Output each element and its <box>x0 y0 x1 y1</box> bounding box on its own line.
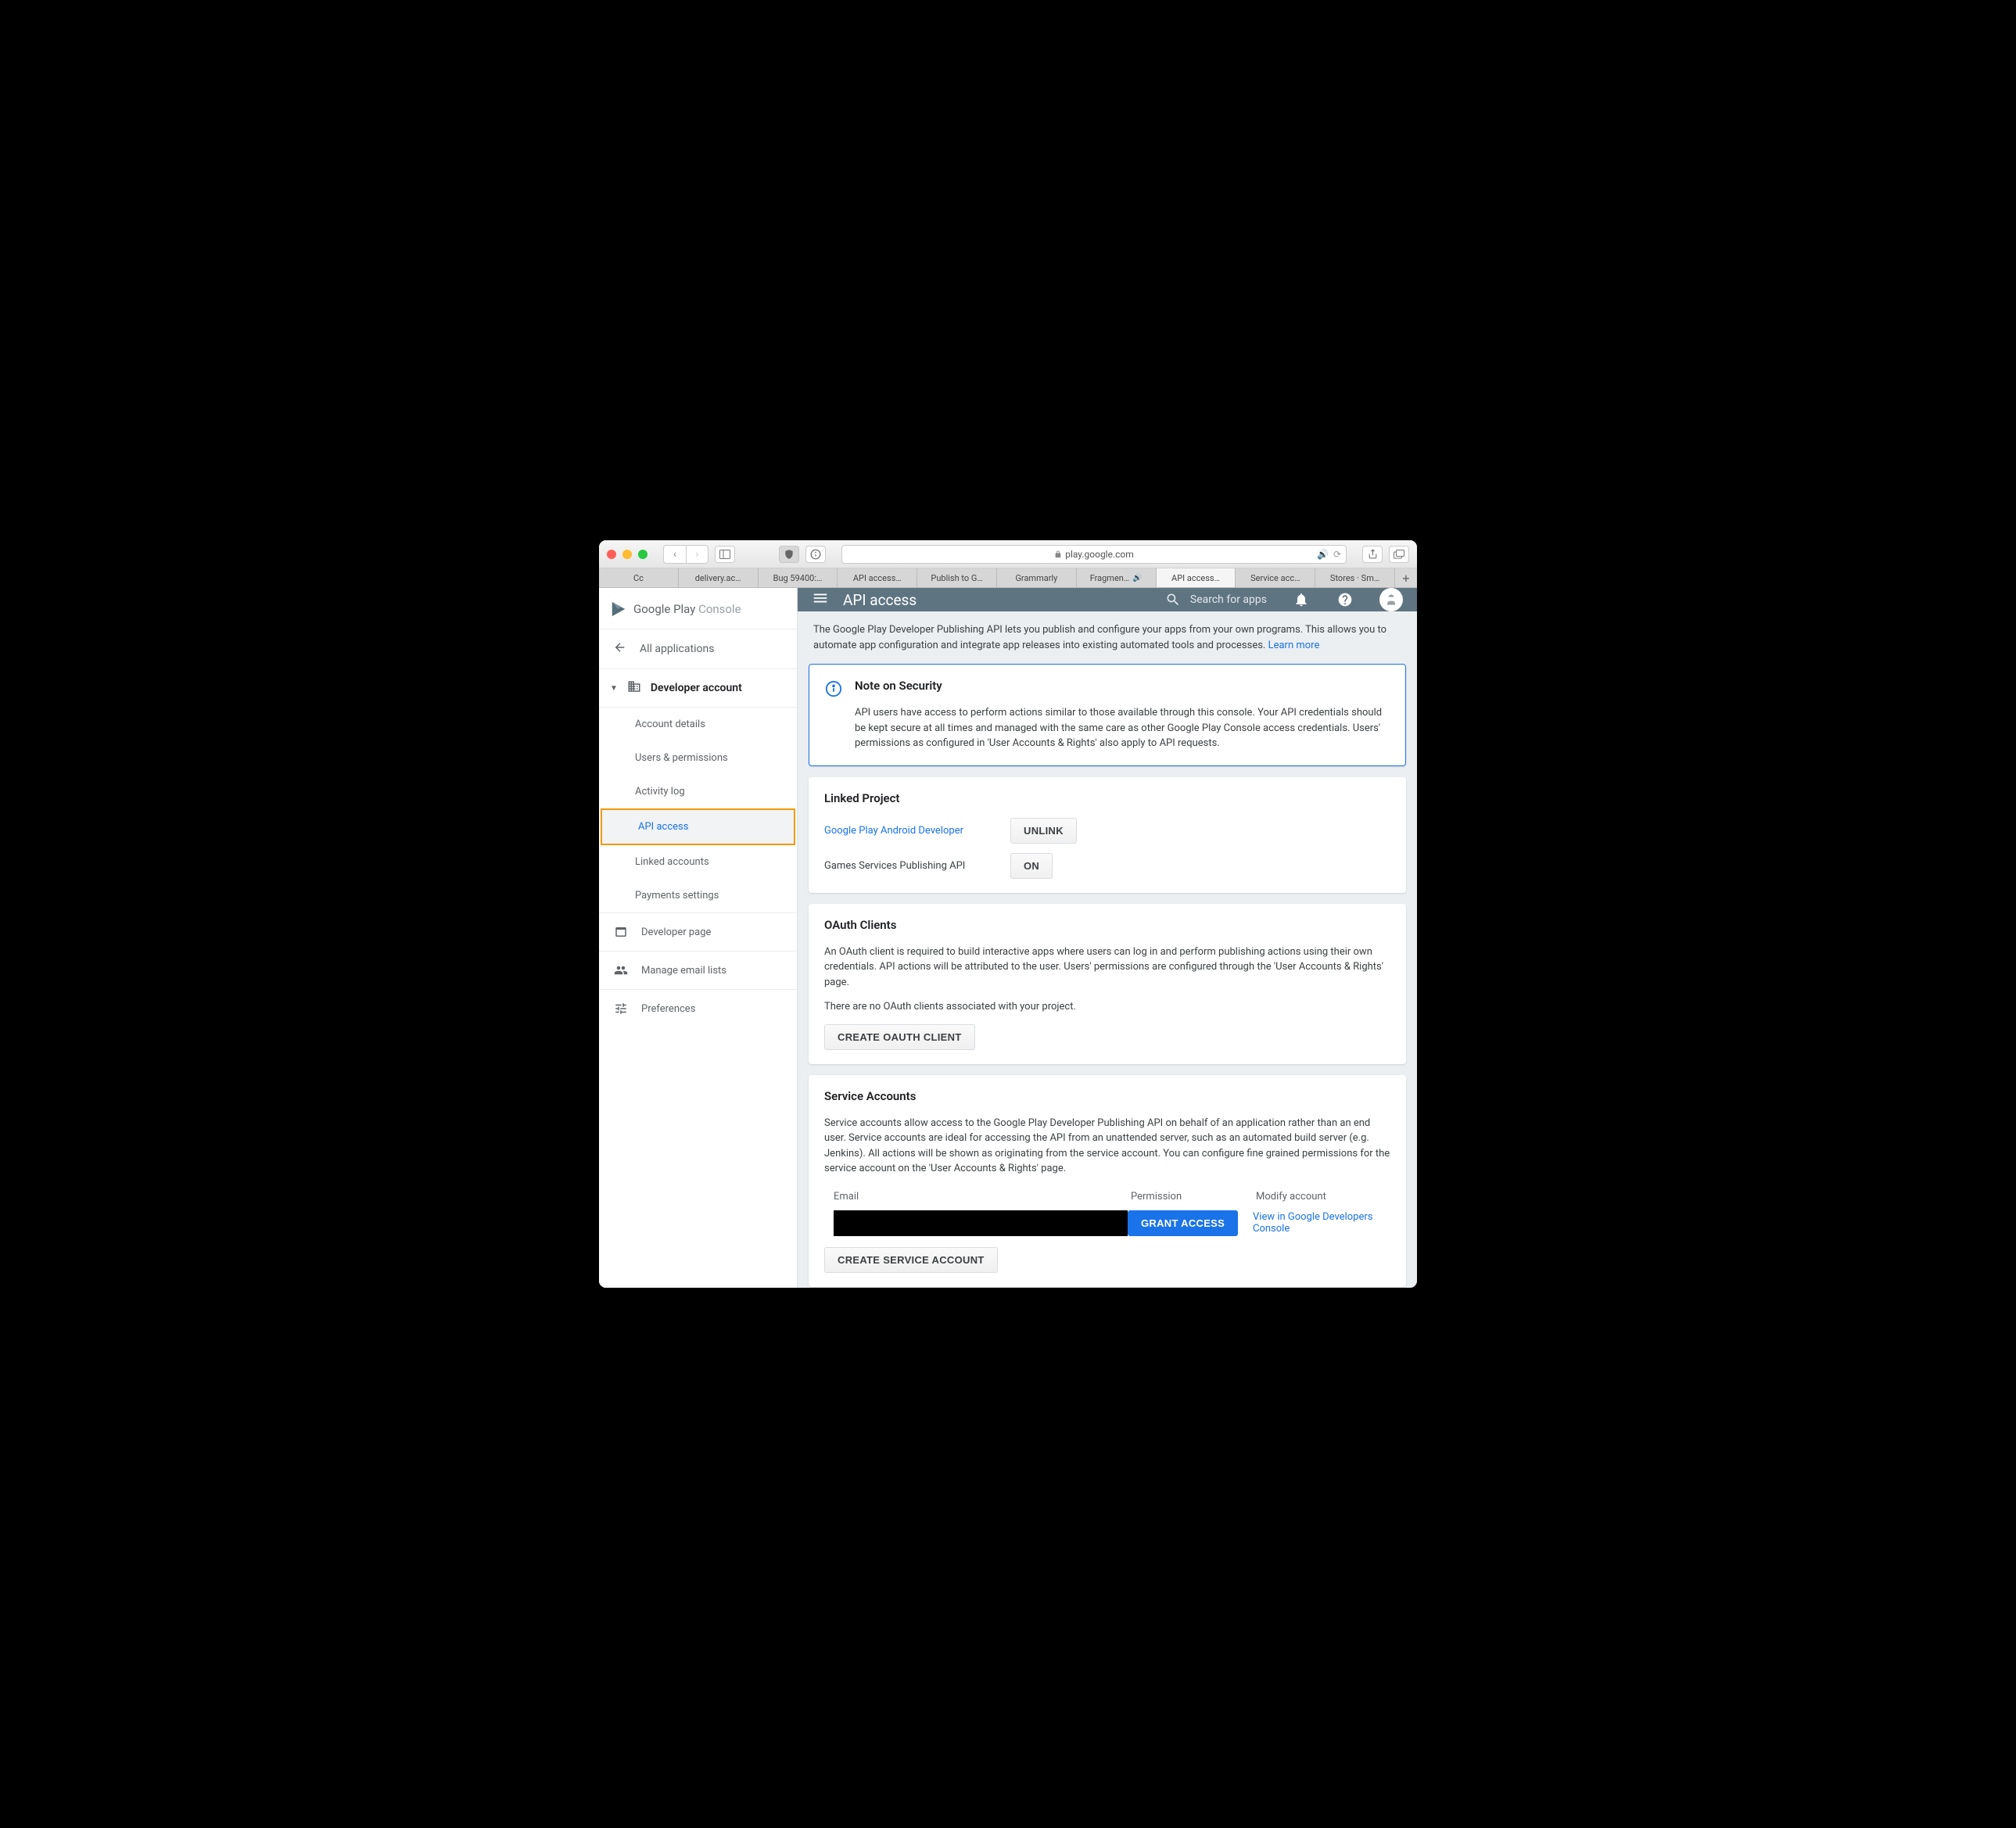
sidebar-item-activity-log[interactable]: Activity log <box>599 775 797 808</box>
address-bar[interactable]: play.google.com 🔊 ⟳ <box>841 545 1347 564</box>
learn-more-link[interactable]: Learn more <box>1268 640 1320 651</box>
sidebar-toggle-button[interactable] <box>715 546 735 563</box>
linked-project-card: Linked Project Google Play Android Devel… <box>809 777 1406 893</box>
console-sidebar: Google Play Console All applications ▼ D… <box>599 588 798 1288</box>
all-applications-label: All applications <box>640 643 714 655</box>
service-accounts-card: Service Accounts Service accounts allow … <box>809 1075 1406 1287</box>
sidebar-item-users-permissions[interactable]: Users & permissions <box>599 741 797 775</box>
search-placeholder: Search for apps <box>1190 593 1267 606</box>
developer-account-header[interactable]: ▼ Developer account <box>599 669 797 708</box>
back-arrow-icon <box>613 640 627 658</box>
service-account-email-redacted <box>834 1210 1128 1236</box>
oauth-desc: An OAuth client is required to build int… <box>824 944 1390 991</box>
grant-access-button[interactable]: Grant Access <box>1128 1210 1238 1236</box>
col-modify: Modify account <box>1256 1191 1381 1203</box>
menu-icon[interactable] <box>812 590 829 610</box>
browser-tab[interactable]: Publish to G… <box>917 568 997 587</box>
unlink-button[interactable]: Unlink <box>1010 818 1077 844</box>
sidebar-item-linked-accounts[interactable]: Linked accounts <box>599 845 797 879</box>
browser-tab[interactable]: Fragmen…🔊 <box>1077 568 1157 587</box>
url-display: play.google.com <box>1054 549 1134 560</box>
expand-icon: ▼ <box>610 684 618 693</box>
forward-button[interactable]: › <box>686 546 708 563</box>
traffic-lights <box>607 550 647 559</box>
sidebar-item-preferences[interactable]: Preferences <box>599 990 797 1027</box>
tune-icon <box>613 1001 629 1016</box>
reload-icon[interactable]: ⟳ <box>1333 549 1341 560</box>
help-icon[interactable] <box>1336 590 1354 609</box>
note-body: API users have access to perform actions… <box>855 705 1390 751</box>
linked-project-title: Linked Project <box>824 791 1390 805</box>
sidebar-item-api-access[interactable]: API access <box>601 808 795 845</box>
web-page-icon <box>613 924 629 940</box>
info-icon <box>825 680 842 701</box>
main-area: API access Search for apps The Google Pl… <box>798 588 1417 1288</box>
browser-tab[interactable]: Cc <box>599 568 679 587</box>
maximize-window-button[interactable] <box>638 550 647 559</box>
intro-text: The Google Play Developer Publishing API… <box>798 611 1417 664</box>
play-console-logo-icon <box>610 600 627 618</box>
back-button[interactable]: ‹ <box>664 546 686 563</box>
console-brand[interactable]: Google Play Console <box>599 588 797 629</box>
browser-titlebar: ‹ › play.google.com 🔊 ⟳ <box>599 540 1417 568</box>
account-avatar[interactable] <box>1379 588 1403 611</box>
search-icon <box>1165 592 1181 608</box>
col-email: Email <box>834 1191 1131 1203</box>
linked-project-link[interactable]: Google Play Android Developer <box>824 825 1010 837</box>
tabs-button[interactable] <box>1389 546 1409 563</box>
all-applications-link[interactable]: All applications <box>599 629 797 669</box>
page-content: Google Play Console All applications ▼ D… <box>599 588 1417 1288</box>
create-service-account-button[interactable]: Create Service Account <box>824 1247 998 1273</box>
minimize-window-button[interactable] <box>622 550 632 559</box>
browser-tab[interactable]: Grammarly <box>997 568 1077 587</box>
col-permission: Permission <box>1131 1191 1256 1203</box>
new-tab-button[interactable]: + <box>1395 568 1417 587</box>
service-title: Service Accounts <box>824 1089 1390 1103</box>
games-api-label: Games Services Publishing API <box>824 860 1010 872</box>
oauth-clients-card: OAuth Clients An OAuth client is require… <box>809 904 1406 1064</box>
safari-window: ‹ › play.google.com 🔊 ⟳ <box>599 540 1417 1288</box>
view-in-developers-console-link[interactable]: View in Google Developers Console <box>1253 1211 1373 1235</box>
service-desc: Service accounts allow access to the Goo… <box>824 1116 1390 1177</box>
browser-tab[interactable]: Service acc… <box>1236 568 1315 587</box>
browser-tab-active[interactable]: API access… <box>1157 568 1236 587</box>
browser-tab[interactable]: Stores · Sm… <box>1315 568 1395 587</box>
games-api-toggle-button[interactable]: On <box>1010 853 1053 879</box>
security-note-card: Note on Security API users have access t… <box>809 664 1406 766</box>
developer-account-label: Developer account <box>651 682 742 694</box>
browser-tab[interactable]: delivery.ac… <box>679 568 759 587</box>
sidebar-item-manage-email[interactable]: Manage email lists <box>599 952 797 990</box>
people-icon <box>613 962 629 978</box>
domain-icon <box>627 679 641 697</box>
sidebar-item-developer-page[interactable]: Developer page <box>599 913 797 952</box>
page-title: API access <box>843 591 1151 609</box>
browser-tab[interactable]: Bug 59400:… <box>759 568 838 587</box>
note-title: Note on Security <box>855 679 1390 693</box>
service-table-header: Email Permission Modify account <box>824 1186 1390 1210</box>
privacy-report-button[interactable] <box>779 546 799 563</box>
create-oauth-client-button[interactable]: Create OAuth Client <box>824 1024 975 1050</box>
oauth-title: OAuth Clients <box>824 918 1390 932</box>
sound-icon[interactable]: 🔊 <box>1317 549 1329 560</box>
sidebar-item-account-details[interactable]: Account details <box>599 708 797 741</box>
info-button[interactable] <box>805 546 826 563</box>
search-apps[interactable]: Search for apps <box>1165 592 1267 608</box>
browser-tab[interactable]: API access… <box>838 568 917 587</box>
sound-icon[interactable]: 🔊 <box>1132 574 1142 582</box>
share-button[interactable] <box>1362 546 1383 563</box>
brand-text: Google Play Console <box>633 602 741 616</box>
close-window-button[interactable] <box>607 550 616 559</box>
oauth-empty: There are no OAuth clients associated wi… <box>824 999 1390 1015</box>
app-bar: API access Search for apps <box>798 588 1417 611</box>
browser-tabstrip: Cc delivery.ac… Bug 59400:… API access… … <box>599 568 1417 588</box>
service-account-row: Grant Access View in Google Developers C… <box>824 1210 1390 1247</box>
notifications-icon[interactable] <box>1292 590 1311 609</box>
sidebar-item-payments-settings[interactable]: Payments settings <box>599 879 797 912</box>
